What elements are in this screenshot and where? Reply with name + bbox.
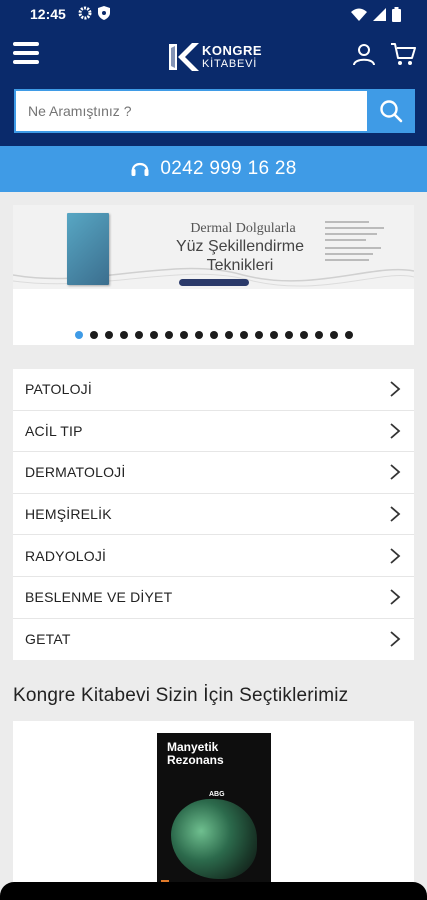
carousel-dot[interactable] bbox=[269, 331, 278, 339]
carousel-dot[interactable] bbox=[119, 331, 128, 339]
carousel-dot[interactable] bbox=[104, 331, 113, 339]
headset-icon bbox=[131, 162, 149, 176]
search-button[interactable] bbox=[367, 89, 415, 133]
phone-bar[interactable]: 0242 999 16 28 bbox=[0, 146, 427, 192]
carousel-dots bbox=[13, 331, 414, 341]
carousel-dot[interactable] bbox=[344, 331, 353, 339]
carousel-dot[interactable] bbox=[284, 331, 293, 339]
phone-number: 0242 999 16 28 bbox=[160, 158, 297, 179]
chevron-right-icon bbox=[390, 381, 401, 397]
carousel-dot[interactable] bbox=[89, 331, 98, 339]
category-item[interactable]: RADYOLOJİ bbox=[13, 535, 414, 577]
product-cover[interactable]: Manyetik Rezonans ABG bbox=[157, 733, 271, 893]
carousel-dot[interactable] bbox=[329, 331, 338, 339]
chevron-right-icon bbox=[390, 589, 401, 605]
system-nav-bar bbox=[0, 882, 427, 900]
logo-mark-icon bbox=[169, 43, 199, 71]
carousel-dot[interactable] bbox=[164, 331, 173, 339]
product-card[interactable]: Manyetik Rezonans ABG bbox=[13, 721, 414, 900]
chevron-right-icon bbox=[390, 547, 401, 564]
status-time: 12:45 bbox=[30, 6, 66, 22]
carousel-dot[interactable] bbox=[149, 331, 158, 339]
category-item[interactable]: HEMŞİRELİK bbox=[13, 494, 414, 536]
carousel-dot[interactable] bbox=[209, 331, 218, 339]
wifi-icon bbox=[351, 8, 367, 21]
banner-line2: Yüz Şekillendirme bbox=[175, 238, 305, 255]
search-bar bbox=[0, 84, 427, 146]
chevron-right-icon bbox=[390, 464, 401, 481]
category-label: DERMATOLOJİ bbox=[25, 464, 126, 481]
battery-icon bbox=[392, 7, 401, 22]
product-cover-image bbox=[171, 799, 257, 879]
settings-icon bbox=[78, 6, 92, 20]
featured-section-title: Kongre Kitabevi Sizin İçin Seçtiklerimiz bbox=[13, 685, 349, 706]
category-label: PATOLOJİ bbox=[25, 381, 92, 398]
status-bar: 12:45 bbox=[0, 0, 427, 28]
category-list: PATOLOJİ ACİL TIP DERMATOLOJİ HEMŞİRELİK RAD… bbox=[13, 369, 414, 661]
shield-icon bbox=[98, 6, 110, 20]
category-item[interactable]: ACİL TIP bbox=[13, 411, 414, 453]
category-label: GETAT bbox=[25, 631, 71, 648]
category-label: ACİL TIP bbox=[25, 422, 83, 439]
category-item[interactable]: DERMATOLOJİ bbox=[13, 452, 414, 494]
brand-logo[interactable]: KONGRE KİTABEVİ bbox=[166, 40, 262, 74]
banner-line1: Dermal Dolgularla bbox=[190, 221, 296, 236]
banner-carousel[interactable]: Dermal Dolgularla Yüz Şekillendirme Tekn… bbox=[13, 205, 414, 345]
logo-line2: KİTABEVİ bbox=[202, 58, 258, 70]
carousel-dot[interactable] bbox=[74, 331, 83, 339]
carousel-dot[interactable] bbox=[314, 331, 323, 339]
logo-line1: KONGRE bbox=[202, 43, 263, 58]
category-item[interactable]: BESLENME VE DİYET bbox=[13, 577, 414, 619]
banner-pill bbox=[179, 279, 249, 286]
banner-slide[interactable]: Dermal Dolgularla Yüz Şekillendirme Tekn… bbox=[13, 205, 414, 289]
category-label: RADYOLOJİ bbox=[25, 547, 107, 564]
banner-side-text bbox=[325, 221, 399, 265]
carousel-dot[interactable] bbox=[194, 331, 203, 339]
chevron-right-icon bbox=[390, 423, 401, 439]
chevron-right-icon bbox=[390, 506, 401, 522]
category-label: HEMŞİRELİK bbox=[25, 506, 112, 523]
cart-icon[interactable] bbox=[390, 42, 416, 66]
carousel-dot[interactable] bbox=[239, 331, 248, 339]
banner-book-cover bbox=[67, 213, 109, 285]
signal-icon bbox=[373, 8, 386, 21]
chevron-right-icon bbox=[390, 631, 401, 648]
carousel-dot[interactable] bbox=[299, 331, 308, 339]
banner-line3: Teknikleri bbox=[206, 257, 274, 274]
carousel-dot[interactable] bbox=[179, 331, 188, 339]
app-header: KONGRE KİTABEVİ bbox=[0, 28, 427, 84]
user-icon[interactable] bbox=[352, 42, 376, 66]
carousel-dot[interactable] bbox=[134, 331, 143, 339]
category-item[interactable]: GETAT bbox=[13, 619, 414, 661]
menu-button[interactable] bbox=[13, 42, 39, 66]
product-cover-title: Manyetik Rezonans bbox=[167, 740, 224, 767]
carousel-dot[interactable] bbox=[254, 331, 263, 339]
search-input[interactable] bbox=[14, 89, 367, 133]
category-item[interactable]: PATOLOJİ bbox=[13, 369, 414, 411]
carousel-dot[interactable] bbox=[224, 331, 233, 339]
category-label: BESLENME VE DİYET bbox=[25, 589, 173, 606]
search-icon bbox=[380, 100, 403, 123]
